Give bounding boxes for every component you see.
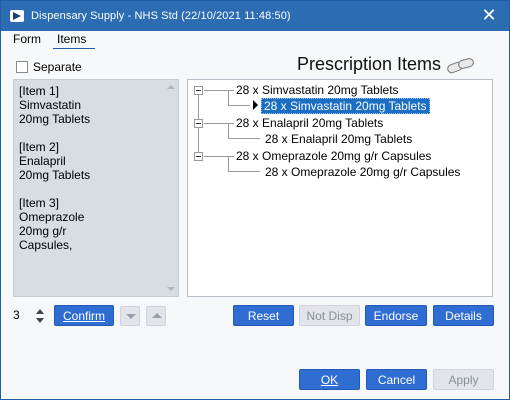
current-item-caret-icon xyxy=(253,100,258,110)
tab-items[interactable]: Items xyxy=(57,32,86,46)
reset-button-label: Reset xyxy=(247,308,280,323)
dispensary-supply-window: Dispensary Supply - NHS Std (22/10/2021 … xyxy=(0,0,510,400)
arrow-down-icon xyxy=(126,314,136,319)
heading-text: Prescription Items xyxy=(297,54,442,74)
item-summary-panel[interactable]: [Item 1] Simvastatin 20mg Tablets [Item … xyxy=(13,79,179,297)
apply-button-label: Apply xyxy=(448,372,479,387)
ok-button-label: OK xyxy=(320,372,339,387)
separate-checkbox-label: Separate xyxy=(33,60,82,74)
window-title: Dispensary Supply - NHS Std (22/10/2021 … xyxy=(31,10,291,22)
tree-child-item[interactable]: 28 x Enalapril 20mg Tablets xyxy=(265,132,412,146)
decrement-icon[interactable] xyxy=(36,318,44,323)
item-summary: [Item 3] Omeprazole 20mg g/r Capsules, xyxy=(19,196,85,252)
active-tab-indicator xyxy=(53,48,95,49)
item-summary: [Item 1] Simvastatin 20mg Tablets xyxy=(19,84,91,126)
tree-connector xyxy=(228,157,229,171)
item-summary: [Item 2] Enalapril 20mg Tablets xyxy=(19,140,91,182)
tree-connector xyxy=(204,156,234,157)
item-summary-scrollbar[interactable] xyxy=(164,80,178,296)
tab-bar: Form Items xyxy=(1,31,509,49)
tree-connector xyxy=(228,91,229,105)
collapse-icon[interactable] xyxy=(194,86,203,95)
tree-child-item-selected[interactable]: 28 x Simvastatin 20mg Tablets xyxy=(261,98,430,114)
tree-item[interactable]: 28 x Enalapril 20mg Tablets xyxy=(236,116,383,130)
tree-connector xyxy=(204,123,234,124)
app-icon xyxy=(10,10,24,22)
arrow-up-icon xyxy=(152,313,162,318)
separate-checkbox[interactable]: Separate xyxy=(16,60,82,74)
tree-connector xyxy=(228,105,250,106)
tree-child-item[interactable]: 28 x Omeprazole 20mg g/r Capsules xyxy=(265,165,460,179)
quantity-stepper[interactable]: 3 xyxy=(13,306,49,327)
pills-icon xyxy=(445,56,475,74)
endorse-button[interactable]: Endorse xyxy=(365,305,427,326)
not-disp-button[interactable]: Not Disp xyxy=(299,305,360,326)
tree-connector xyxy=(228,138,260,139)
tree-connector xyxy=(204,90,234,91)
quantity-value[interactable]: 3 xyxy=(13,308,20,322)
move-up-button[interactable] xyxy=(146,306,166,326)
tab-form[interactable]: Form xyxy=(13,32,41,46)
tree-item[interactable]: 28 x Omeprazole 20mg g/r Capsules xyxy=(236,149,431,163)
cancel-button[interactable]: Cancel xyxy=(366,369,427,390)
not-disp-button-label: Not Disp xyxy=(306,308,353,323)
scroll-up-icon[interactable] xyxy=(167,85,175,89)
tree-item[interactable]: 28 x Simvastatin 20mg Tablets xyxy=(236,83,399,97)
apply-button[interactable]: Apply xyxy=(433,369,494,390)
move-down-button[interactable] xyxy=(120,306,140,326)
tree-connector xyxy=(228,171,260,172)
close-icon[interactable]: ✕ xyxy=(479,5,499,25)
prescription-items-heading: Prescription Items xyxy=(297,54,475,75)
tree-connector xyxy=(228,124,229,138)
collapse-icon[interactable] xyxy=(194,152,203,161)
endorse-button-label: Endorse xyxy=(373,308,419,323)
collapse-icon[interactable] xyxy=(194,119,203,128)
increment-icon[interactable] xyxy=(36,309,44,314)
scroll-down-icon[interactable] xyxy=(167,287,175,291)
cancel-button-label: Cancel xyxy=(377,372,416,387)
reset-button[interactable]: Reset xyxy=(233,305,294,326)
ok-button[interactable]: OK xyxy=(299,369,360,390)
confirm-button[interactable]: Confirm xyxy=(54,305,114,326)
details-button[interactable]: Details xyxy=(433,305,494,326)
confirm-button-label: Confirm xyxy=(62,308,105,323)
prescription-tree[interactable]: 28 x Simvastatin 20mg Tablets 28 x Simva… xyxy=(187,79,493,297)
title-bar[interactable]: Dispensary Supply - NHS Std (22/10/2021 … xyxy=(1,1,509,31)
separate-checkbox-box[interactable] xyxy=(16,61,28,73)
pill-shape xyxy=(457,56,475,70)
details-button-label: Details xyxy=(445,308,482,323)
